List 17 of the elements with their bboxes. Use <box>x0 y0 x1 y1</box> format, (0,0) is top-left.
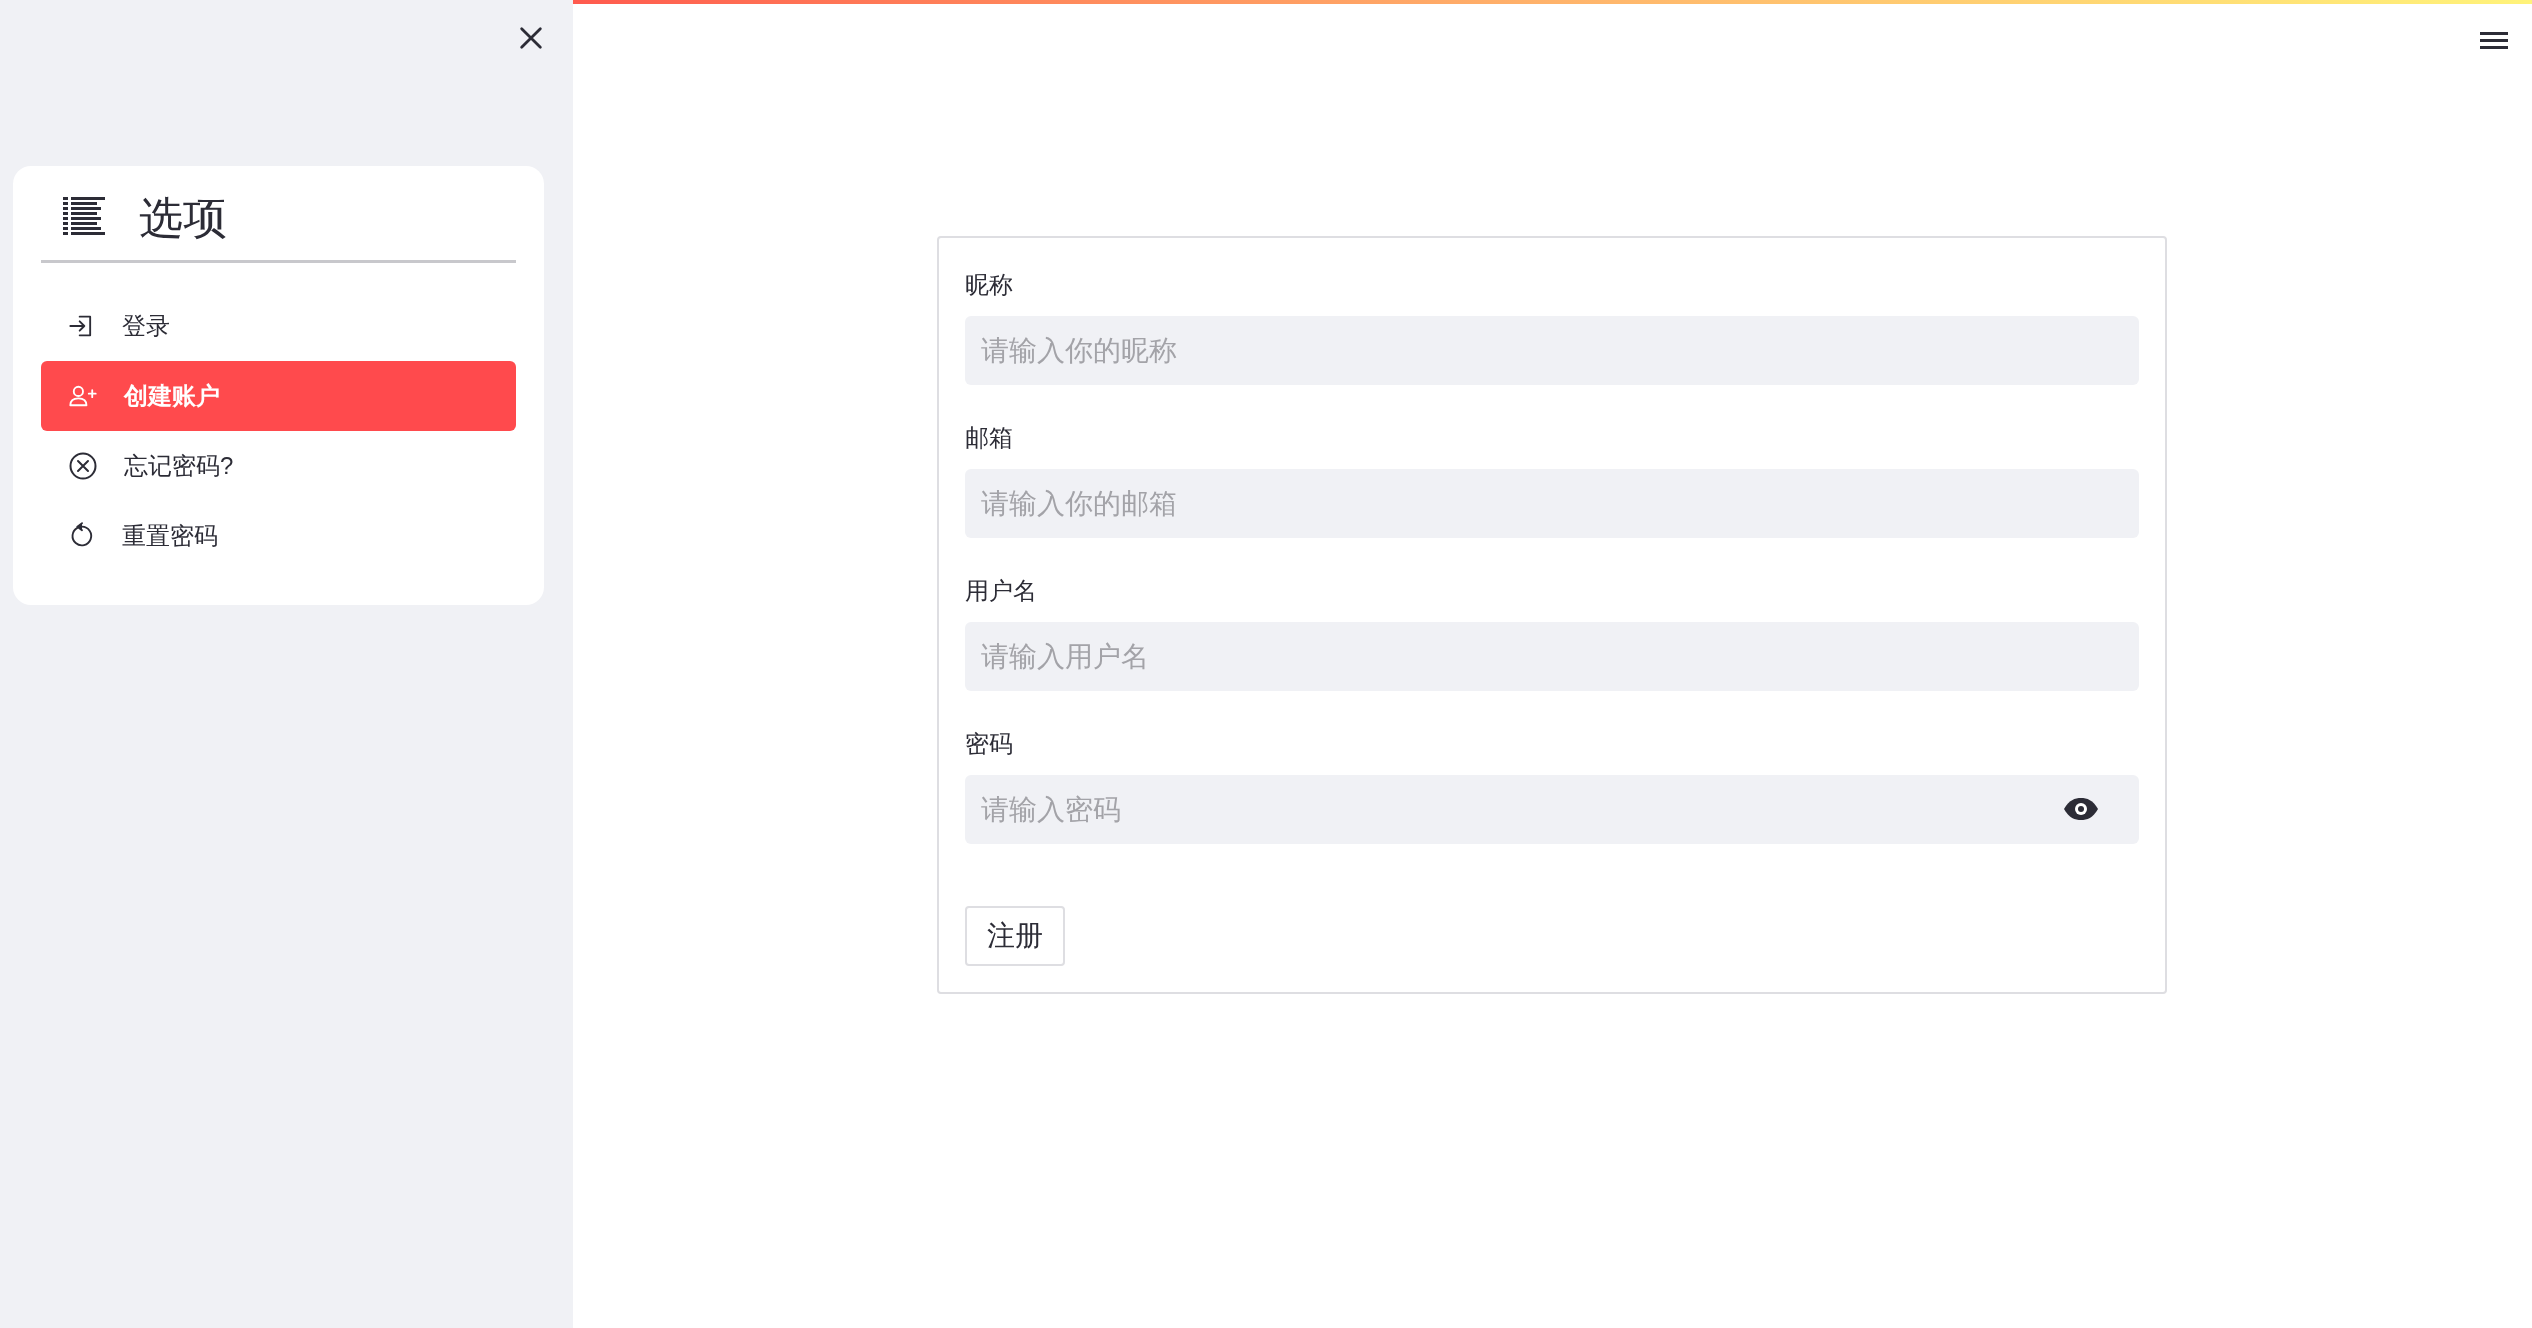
input-field[interactable]: 请输入你的邮箱 <box>965 469 2139 538</box>
options-title: 选项 <box>139 196 227 240</box>
close-icon[interactable] <box>517 24 545 52</box>
menu-item[interactable]: 登录 <box>41 291 516 361</box>
field-label: 昵称 <box>965 270 1014 300</box>
input-field[interactable]: 请输入用户名 <box>965 622 2139 691</box>
menu-icon[interactable] <box>2480 30 2508 52</box>
field-label: 邮箱 <box>965 423 1014 453</box>
menu-item[interactable]: 忘记密码? <box>41 431 516 501</box>
field-label: 用户名 <box>965 576 1038 606</box>
field-label: 密码 <box>965 729 1014 759</box>
eye-icon[interactable] <box>2063 797 2099 821</box>
menu-item[interactable]: 重置密码 <box>41 501 516 571</box>
circle-x-icon <box>68 451 98 481</box>
input-field[interactable]: 请输入你的昵称 <box>965 316 2139 385</box>
input-field[interactable]: 请输入密码 <box>965 775 2139 844</box>
register-button[interactable]: 注册 <box>965 906 1065 966</box>
